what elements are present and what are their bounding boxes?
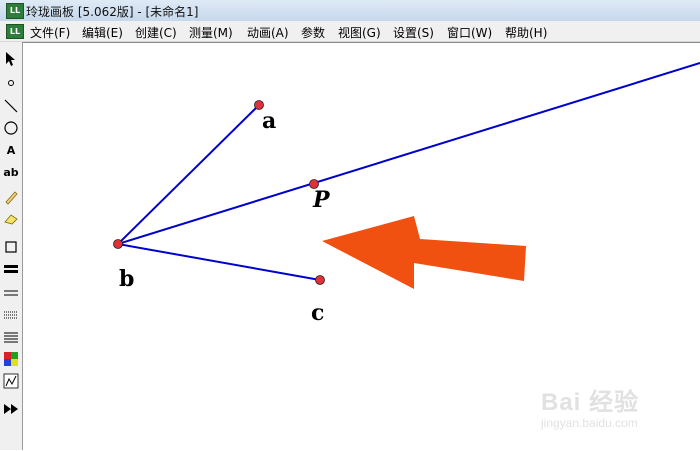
- window-title: 玲珑画板 [5.062版] - [未命名1]: [26, 5, 199, 19]
- menu-file[interactable]: 文件(F): [30, 24, 70, 41]
- menu-settings[interactable]: 设置(S): [393, 24, 434, 41]
- menu-measure[interactable]: 测量(M): [189, 24, 233, 41]
- label-b: b: [119, 266, 135, 292]
- menu-bar: LL 文件(F) 编辑(E) 创建(C) 测量(M) 动画(A) 参数 视图(G…: [0, 21, 700, 42]
- menu-create[interactable]: 创建(C): [135, 24, 177, 41]
- thin-line-icon[interactable]: [2, 284, 20, 302]
- ray-bp[interactable]: [117, 62, 700, 245]
- point-b[interactable]: [113, 239, 123, 249]
- menu-view[interactable]: 视图(G): [338, 24, 381, 41]
- label-a: a: [262, 108, 277, 134]
- label-c: c: [311, 300, 325, 326]
- point-tool-icon[interactable]: [2, 74, 20, 92]
- menu-help[interactable]: 帮助(H): [505, 24, 547, 41]
- thick-line-icon[interactable]: [2, 260, 20, 278]
- baidu-watermark: Bai 经验 jingyan.baidu.com: [535, 372, 670, 432]
- color-palette-icon[interactable]: [2, 350, 20, 368]
- watermark-text: Bai 经验: [541, 389, 640, 416]
- segment-tool-icon[interactable]: [2, 97, 20, 115]
- app-icon: LL: [6, 3, 24, 19]
- circle-tool-icon[interactable]: [2, 119, 20, 137]
- arrow-select-icon[interactable]: [2, 50, 20, 68]
- tool-palette: A ab: [0, 42, 23, 450]
- fast-forward-icon[interactable]: [2, 400, 20, 418]
- label-tool-icon[interactable]: ab: [2, 163, 20, 181]
- graph-icon[interactable]: [2, 372, 20, 390]
- dotted-line-icon[interactable]: [2, 306, 20, 324]
- title-bar: LL 玲珑画板 [5.062版] - [未命名1]: [0, 0, 700, 22]
- pencil-icon[interactable]: [2, 188, 20, 206]
- rectangle-icon[interactable]: [2, 238, 20, 256]
- point-c[interactable]: [315, 275, 325, 285]
- segment-ba[interactable]: [117, 104, 260, 245]
- annotation-arrow: [322, 216, 526, 289]
- eraser-icon[interactable]: [2, 210, 20, 228]
- menu-animate[interactable]: 动画(A): [247, 24, 289, 41]
- line-weight-icon[interactable]: [2, 328, 20, 346]
- menu-window[interactable]: 窗口(W): [447, 24, 492, 41]
- menu-params[interactable]: 参数: [301, 24, 325, 41]
- text-tool-icon[interactable]: A: [2, 141, 20, 159]
- document-icon[interactable]: LL: [6, 24, 24, 39]
- menu-edit[interactable]: 编辑(E): [82, 24, 123, 41]
- label-p: P: [313, 187, 330, 213]
- segment-bc[interactable]: [117, 243, 321, 281]
- watermark-url: jingyan.baidu.com: [541, 416, 638, 430]
